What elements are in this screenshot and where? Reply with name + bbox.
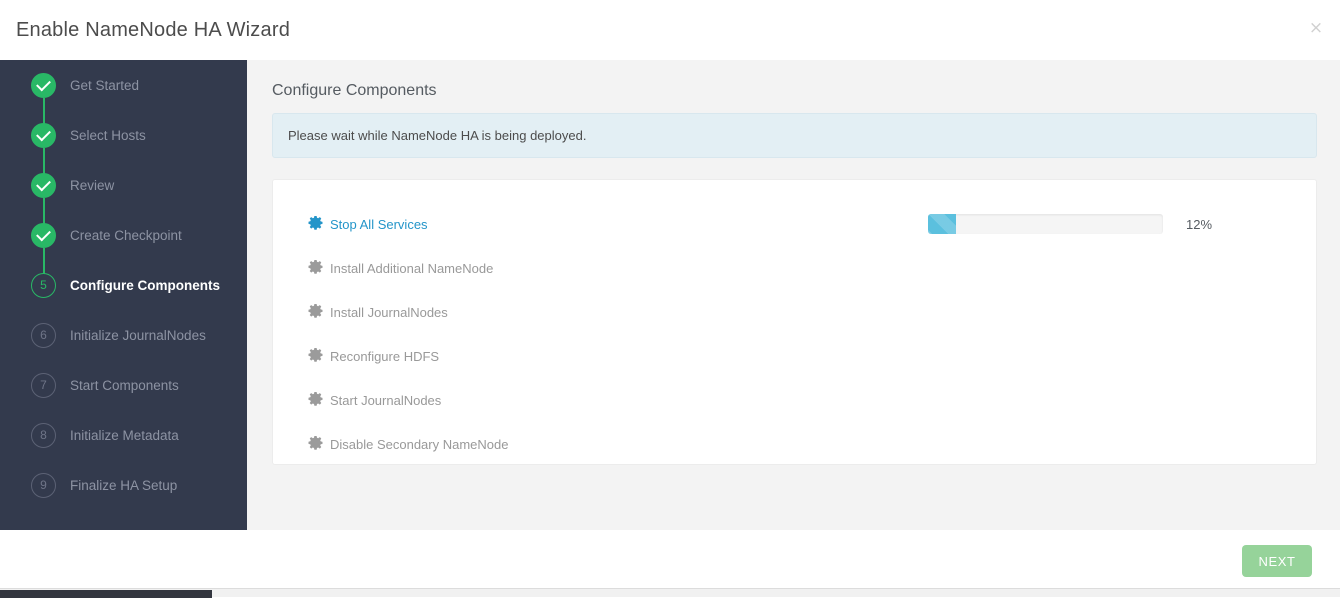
step-label: Initialize Metadata [70,427,179,443]
sidebar-step-configure-components[interactable]: 5 Configure Components [0,260,247,310]
wizard-content: Configure Components Please wait while N… [247,60,1340,530]
close-icon[interactable]: × [1306,18,1326,38]
task-name: Install Additional NameNode [330,260,494,276]
step-label: Create Checkpoint [70,227,182,243]
task-name[interactable]: Stop All Services [330,217,428,232]
sidebar-step-get-started[interactable]: Get Started [0,60,247,135]
progress-bar-track [928,214,1163,234]
sidebar-step-start-components[interactable]: 7 Start Components [0,360,247,410]
step-marker-7: 7 [31,372,56,398]
task-row[interactable]: Reconfigure HDFS [273,334,1316,378]
sidebar-step-select-hosts[interactable]: Select Hosts [0,110,247,185]
horizontal-scrollbar[interactable] [0,588,1340,598]
wizard-sidebar: Get Started Select Hosts Review Create Chec… [0,60,247,530]
sidebar-step-create-checkpoint[interactable]: Create Checkpoint [0,210,247,285]
step-label: Start Components [70,377,179,393]
sidebar-step-review[interactable]: Review [0,160,247,235]
step-label: Initialize JournalNodes [70,327,206,343]
task-row[interactable]: Install Additional NameNode [273,246,1316,290]
gear-icon [307,303,323,320]
progress-bar-fill [928,214,957,234]
step-marker-3 [31,172,56,198]
task-row[interactable]: Install JournalNodes [273,290,1316,334]
modal-body: Get Started Select Hosts Review Create Chec… [0,60,1340,530]
check-icon [36,76,51,91]
step-marker-6: 6 [31,322,56,348]
step-marker-5: 5 [31,272,56,298]
step-label: Review [70,177,115,193]
check-icon [36,176,51,191]
gear-icon [307,347,323,364]
task-list: Stop All Services 12% Install Additional N… [273,180,1316,466]
step-label: Finalize HA Setup [70,477,178,493]
step-marker-9: 9 [31,472,56,498]
info-alert-text: Please wait while NameNode HA is being d… [288,128,587,143]
step-marker-2 [31,122,56,148]
content-title: Configure Components [272,82,437,99]
step-label: Get Started [70,77,140,93]
task-row[interactable]: Start JournalNodes [273,378,1316,422]
step-marker-1 [31,72,56,98]
gear-icon [307,215,323,232]
task-name: Start JournalNodes [330,392,442,408]
sidebar-step-initialize-metadata[interactable]: 8 Initialize Metadata [0,410,247,460]
check-icon [36,226,51,241]
step-label: Select Hosts [70,127,146,143]
step-marker-8: 8 [31,422,56,448]
info-alert: Please wait while NameNode HA is being d… [272,113,1317,158]
task-row[interactable]: Stop All Services 12% [273,202,1316,246]
sidebar-step-finalize-ha-setup[interactable]: 9 Finalize HA Setup [0,460,247,510]
task-progress-card: Stop All Services 12% Install Additional N… [272,179,1317,465]
gear-icon [307,435,323,452]
task-name: Install JournalNodes [330,304,448,320]
step-marker-4 [31,222,56,248]
wizard-step-list: Get Started Select Hosts Review Create Chec… [0,60,247,510]
step-label: Configure Components [70,277,220,293]
task-row[interactable]: Disable Secondary NameNode [273,422,1316,466]
page-title: Enable NameNode HA Wizard [16,19,291,41]
modal-header: Enable NameNode HA Wizard × [0,0,1340,60]
task-name: Reconfigure HDFS [330,348,440,364]
gear-icon [307,259,323,276]
gear-icon [307,391,323,408]
progress-percent-label: 12% [1186,216,1213,232]
task-name: Disable Secondary NameNode [330,436,509,452]
check-icon [36,126,51,141]
sidebar-step-initialize-journalnodes[interactable]: 6 Initialize JournalNodes [0,310,247,360]
next-button[interactable]: NEXT [1242,545,1312,577]
modal-footer: NEXT [0,530,1340,588]
